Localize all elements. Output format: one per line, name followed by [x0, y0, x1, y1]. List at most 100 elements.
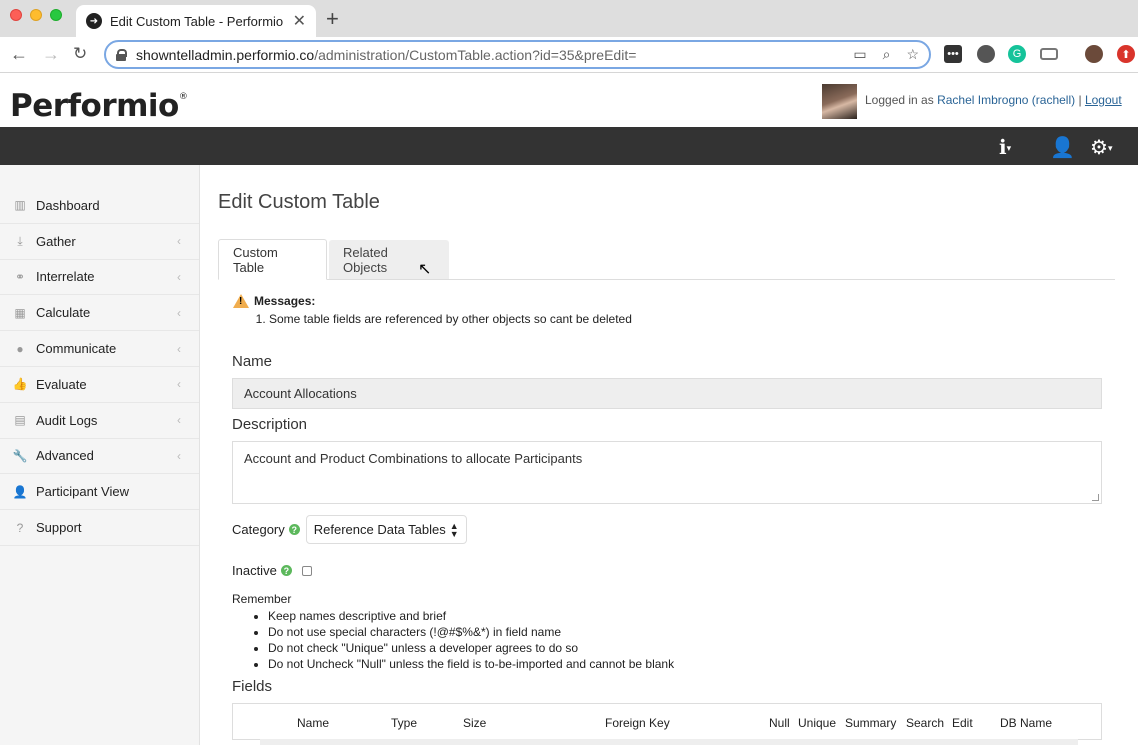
question-icon: ?: [16, 520, 24, 535]
column-header-size: Size: [463, 716, 487, 730]
column-header-type: Type: [391, 716, 418, 730]
chevron-left-icon: ‹: [177, 269, 181, 284]
user-name-link[interactable]: Rachel Imbrogno (rachell): [937, 93, 1075, 107]
sidebar-item-participant-view[interactable]: 👤 Participant View: [0, 474, 199, 511]
gear-icon[interactable]: ⚙▾: [1090, 135, 1112, 160]
sidebar-item-calculate[interactable]: ▦ Calculate ‹: [0, 295, 199, 332]
wrench-icon: 🔧: [12, 448, 28, 463]
info-icon[interactable]: ℹ▾: [999, 135, 1011, 160]
inactive-label: Inactive: [232, 563, 277, 578]
grammarly-icon[interactable]: G: [1008, 45, 1026, 63]
chevron-left-icon: ‹: [177, 377, 181, 392]
chevron-left-icon: ‹: [177, 448, 181, 463]
sidebar-item-evaluate[interactable]: 👍 Evaluate ‹: [0, 367, 199, 403]
list-item: Do not check "Unique" unless a developer…: [268, 640, 674, 656]
description-textarea[interactable]: Account and Product Combinations to allo…: [232, 441, 1102, 504]
tab-custom-table[interactable]: Custom Table: [218, 239, 327, 280]
column-header-name: Name: [297, 716, 330, 730]
sidebar: ▥ Dashboard ⤓ Gather ‹ ⚭ Interrelate ‹ ▦…: [0, 165, 200, 745]
description-label: Description: [232, 416, 308, 433]
sidebar-item-interrelate[interactable]: ⚭ Interrelate ‹: [0, 260, 199, 296]
top-navbar: ℹ▾ 👤 ⚙▾: [0, 127, 1138, 165]
sidebar-item-advanced[interactable]: 🔧 Advanced ‹: [0, 439, 199, 475]
cast-icon[interactable]: ▭: [853, 46, 866, 63]
profile-avatar-icon[interactable]: [1085, 45, 1103, 63]
inactive-row: Inactive ?: [232, 563, 312, 578]
back-arrow-icon[interactable]: ←: [10, 44, 28, 65]
url-text: showntelladmin.performio.co/administrati…: [136, 46, 637, 63]
resize-handle-icon[interactable]: [1092, 494, 1099, 501]
column-header-db-name: DB Name: [1000, 716, 1053, 730]
help-icon[interactable]: ?: [280, 565, 292, 576]
browser-tab[interactable]: ➜ Edit Custom Table - Performio ✕: [76, 5, 316, 37]
remember-notes: Remember Keep names descriptive and brie…: [232, 592, 674, 672]
name-label: Name: [232, 353, 273, 370]
fields-table: Name Type Size Foreign Key Null Unique S…: [232, 703, 1102, 740]
comments-icon: ●: [16, 341, 24, 356]
sidebar-item-support[interactable]: ? Support: [0, 510, 199, 546]
warning-icon: [233, 294, 249, 308]
chevron-left-icon: ‹: [177, 305, 181, 320]
file-icon: ▤: [14, 413, 26, 428]
column-header-edit: Edit: [952, 716, 973, 730]
chevron-left-icon: ‹: [177, 413, 181, 428]
column-header-foreign-key: Foreign Key: [605, 716, 670, 730]
select-arrows-icon: ▲ ▼: [449, 520, 459, 539]
column-header-summary: Summary: [845, 716, 897, 730]
address-bar: ← → ↻ showntelladmin.performio.co/admini…: [0, 37, 1138, 73]
link-icon: ⚭: [14, 269, 26, 284]
sidebar-item-dashboard[interactable]: ▥ Dashboard: [0, 188, 199, 224]
forward-arrow-icon[interactable]: →: [42, 44, 60, 65]
column-header-unique: Unique: [798, 716, 837, 730]
sidebar-item-audit-logs[interactable]: ▤ Audit Logs ‹: [0, 403, 199, 439]
extension-red-icon[interactable]: ⬆: [1117, 45, 1135, 63]
new-tab-button[interactable]: +: [326, 6, 339, 32]
column-header-search: Search: [906, 716, 945, 730]
avatar: [822, 84, 857, 119]
logout-link[interactable]: Logout: [1085, 93, 1122, 107]
table-row: [260, 739, 1078, 745]
name-field[interactable]: Account Allocations: [232, 378, 1102, 409]
lock-icon: [116, 48, 127, 61]
user-icon: 👤: [12, 484, 28, 499]
zoom-icon[interactable]: ⌕: [883, 46, 891, 63]
download-icon: ⤓: [17, 233, 23, 248]
chevron-left-icon: ‹: [177, 341, 181, 356]
close-tab-icon[interactable]: ✕: [293, 11, 306, 31]
messages-panel: Messages: Some table fields are referenc…: [233, 294, 632, 326]
browser-tab-strip: ➜ Edit Custom Table - Performio ✕ +: [0, 0, 1138, 37]
list-item: Do not Uncheck "Null" unless the field i…: [268, 656, 674, 672]
help-icon[interactable]: ?: [288, 524, 300, 535]
main-content: Edit Custom Table Custom Table Related O…: [201, 165, 1138, 745]
url-input[interactable]: showntelladmin.performio.co/administrati…: [104, 40, 931, 69]
performio-favicon-icon: ➜: [86, 13, 102, 29]
bar-chart-icon: ▥: [14, 198, 26, 213]
extension-dots-icon[interactable]: •••: [944, 45, 962, 63]
mouse-cursor-icon: ↖: [418, 261, 432, 278]
list-item: Keep names descriptive and brief: [268, 608, 674, 624]
category-row: Category ? Reference Data Tables ▲ ▼: [232, 515, 467, 544]
category-select[interactable]: Reference Data Tables ▲ ▼: [305, 515, 467, 544]
sidebar-item-gather[interactable]: ⤓ Gather ‹: [0, 224, 199, 260]
fields-label: Fields: [232, 678, 273, 695]
tab-bar: Custom Table Related Objects: [218, 239, 1115, 280]
extension-laptop-icon[interactable]: [1040, 48, 1058, 60]
inactive-checkbox[interactable]: [301, 565, 312, 576]
performio-logo[interactable]: Performio®: [10, 88, 188, 124]
bookmark-star-icon[interactable]: ☆: [906, 46, 919, 63]
page-title: Edit Custom Table: [218, 191, 380, 213]
reload-icon[interactable]: ↻: [73, 44, 87, 64]
extension-circle-icon[interactable]: [977, 45, 995, 63]
sidebar-item-communicate[interactable]: ● Communicate ‹: [0, 331, 199, 367]
browser-tab-title: Edit Custom Table - Performio: [110, 13, 284, 29]
window-zoom-button[interactable]: [50, 9, 62, 21]
window-minimize-button[interactable]: [30, 9, 42, 21]
login-info: Logged in as Rachel Imbrogno (rachell) |…: [865, 93, 1122, 107]
column-header-null: Null: [769, 716, 790, 730]
category-label: Category: [232, 522, 285, 537]
thumbs-up-icon: 👍: [12, 377, 28, 392]
chevron-left-icon: ‹: [177, 234, 181, 249]
app-header: Performio® Logged in as Rachel Imbrogno …: [0, 73, 1138, 127]
user-icon[interactable]: 👤: [1050, 135, 1075, 160]
window-close-button[interactable]: [10, 9, 22, 21]
